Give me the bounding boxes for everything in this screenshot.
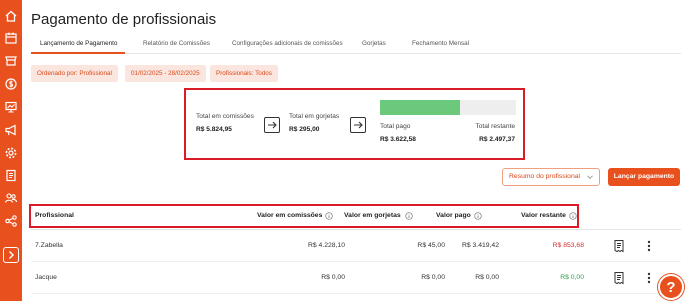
help-button[interactable]: ? [658, 274, 684, 300]
row-paid: R$ 3.419,42 [461, 242, 499, 249]
table-row[interactable]: 7.Zabella R$ 4.228,10 R$ 45,00 R$ 3.419,… [31, 232, 681, 262]
remaining-total-label: Total restante [475, 123, 515, 130]
row-commissions: R$ 0,00 [321, 274, 345, 281]
info-icon[interactable] [474, 212, 482, 220]
info-icon[interactable] [405, 212, 413, 220]
row-paid: R$ 0,00 [475, 274, 499, 281]
commissions-total-label: Total em comissões [196, 113, 254, 120]
payment-progress-fill [380, 100, 461, 115]
tab-bar: Lançamento de Pagamento Relatório de Com… [31, 38, 681, 54]
megaphone-icon[interactable] [4, 123, 18, 137]
receipt-icon[interactable] [613, 239, 625, 253]
calendar-icon[interactable] [4, 31, 18, 45]
row-tips: R$ 45,00 [417, 242, 445, 249]
table-header: Profissional Valor em comissões Valor em… [29, 204, 579, 228]
active-tab-indicator [31, 52, 125, 54]
chevron-right-icon [9, 251, 14, 259]
date-range-chip[interactable]: 01/02/2025 - 28/02/2025 [125, 65, 206, 82]
arrow-right-icon [264, 117, 280, 133]
info-icon[interactable] [569, 212, 577, 220]
home-icon[interactable] [4, 9, 18, 23]
row-tips: R$ 0,00 [421, 274, 445, 281]
payment-summary: Total em comissões R$ 5.824,95 Total em … [184, 88, 525, 160]
tips-total-value: R$ 295,00 [289, 126, 320, 133]
more-vertical-icon[interactable] [645, 271, 653, 285]
row-professional-name: Jacque [35, 274, 57, 281]
sidebar-expand-button[interactable] [3, 247, 19, 263]
tab-gorjetas[interactable]: Gorjetas [362, 40, 386, 47]
users-icon[interactable] [4, 191, 18, 205]
row-remaining: R$ 853,68 [552, 242, 584, 249]
paid-total-value: R$ 3.622,58 [380, 136, 416, 143]
remaining-total-value: R$ 2.497,37 [479, 136, 515, 143]
page-title: Pagamento de profissionais [31, 11, 217, 28]
tab-relatorio-comissoes[interactable]: Relatório de Comissões [143, 40, 210, 47]
professionals-filter-chip[interactable]: Profissionais: Todos [210, 65, 278, 82]
order-filter-chip[interactable]: Ordenado por: Profissional [31, 65, 118, 82]
receipt-icon[interactable] [613, 271, 625, 285]
launch-payment-button[interactable]: Lançar pagamento [608, 168, 680, 186]
clipboard-icon[interactable] [4, 168, 18, 182]
tab-lancamento-pagamento[interactable]: Lançamento de Pagamento [40, 40, 117, 47]
help-icon: ? [666, 279, 676, 296]
row-professional-name: 7.Zabella [35, 242, 63, 249]
professional-summary-label: Resumo do profissional [509, 173, 581, 180]
sidebar [0, 0, 22, 301]
chevron-down-icon [587, 175, 593, 180]
paid-total-label: Total pago [380, 123, 411, 130]
row-commissions: R$ 4.228,10 [307, 242, 345, 249]
tab-configuracoes-comissoes[interactable]: Configurações adicionais de comissões [232, 40, 343, 47]
arrow-right-icon [350, 117, 366, 133]
more-vertical-icon[interactable] [645, 239, 653, 253]
table-row[interactable]: Jacque R$ 0,00 R$ 0,00 R$ 0,00 R$ 0,00 [31, 264, 681, 294]
professional-summary-dropdown[interactable]: Resumo do profissional [502, 168, 600, 186]
divider [31, 229, 681, 230]
column-header-commissions[interactable]: Valor em comissões [257, 212, 322, 219]
chart-icon[interactable] [4, 100, 18, 114]
share-icon[interactable] [4, 214, 18, 228]
money-icon[interactable] [4, 77, 18, 91]
column-header-professional[interactable]: Profissional [35, 212, 74, 219]
column-header-remaining[interactable]: Valor restante [521, 212, 566, 219]
info-icon[interactable] [325, 212, 333, 220]
tab-fechamento-mensal[interactable]: Fechamento Mensal [412, 40, 469, 47]
row-remaining: R$ 0,00 [560, 274, 584, 281]
commissions-total-value: R$ 5.824,95 [196, 126, 232, 133]
payment-progress-bar [380, 100, 516, 115]
tips-total-label: Total em gorjetas [289, 113, 340, 120]
store-icon[interactable] [4, 53, 18, 67]
column-header-paid[interactable]: Valor pago [436, 212, 471, 219]
column-header-tips[interactable]: Valor em gorjetas [344, 212, 401, 219]
gear-icon[interactable] [4, 146, 18, 160]
